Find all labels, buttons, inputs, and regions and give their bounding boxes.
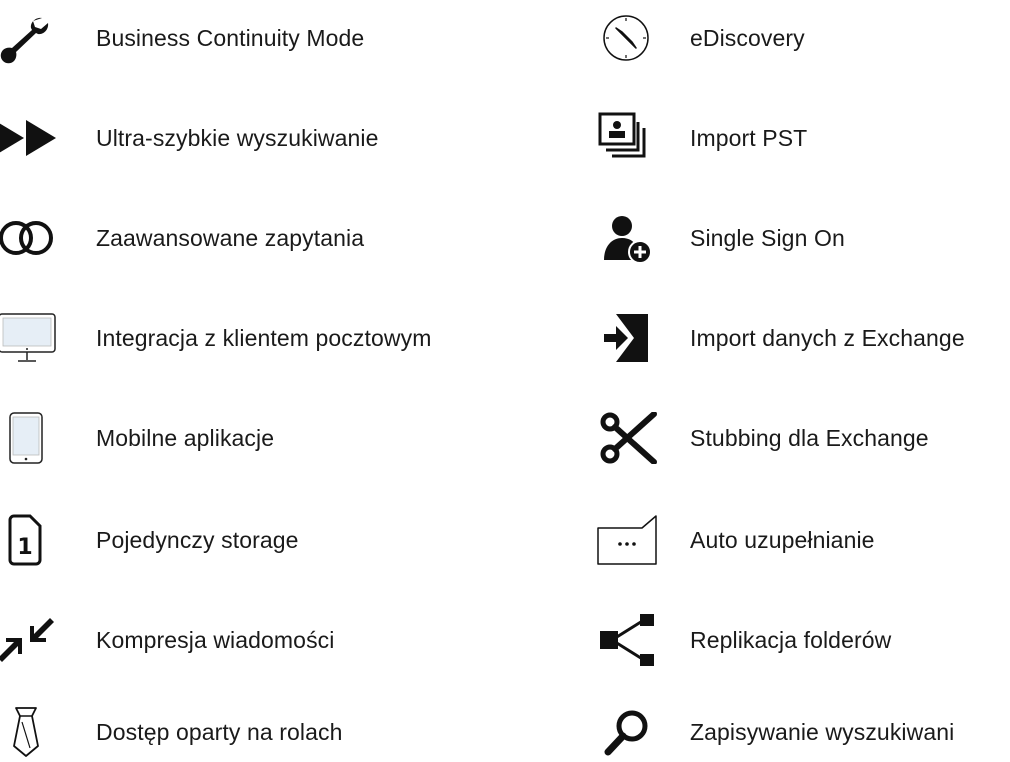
feature-item: Integracja z klientem pocztowym [0,308,520,368]
desktop-monitor-icon [0,312,58,364]
feature-item: Single Sign On [596,208,1010,268]
necktie-icon [0,706,58,758]
feature-item: Business Continuity Mode [0,8,520,68]
feature-label: Kompresja wiadomości [96,627,335,653]
feature-item: Auto uzupełnianie [596,510,1010,570]
feature-item: Mobilne aplikacje [0,408,520,468]
feature-label: Ultra-szybkie wyszukiwanie [96,125,379,151]
feature-item: eDiscovery [596,8,1010,68]
scissors-icon [596,412,660,464]
feature-label: Mobilne aplikacje [96,425,275,451]
fast-forward-icon [0,112,58,164]
tablet-icon [0,412,58,464]
feature-item: Zaawansowane zapytania [0,208,520,268]
feature-label: Single Sign On [690,225,845,251]
intersecting-circles-icon [0,212,58,264]
compress-arrows-icon [0,614,58,666]
feature-label: Import danych z Exchange [690,325,965,351]
feature-item: Kompresja wiadomości [0,610,520,670]
feature-item: Zapisywanie wyszukiwani [596,702,1010,762]
feature-label: Integracja z klientem pocztowym [96,325,432,351]
import-arrow-icon [596,312,660,364]
feature-grid: Business Continuity Mode Ultra-szybkie w… [0,0,1010,760]
feature-item: 1 Pojedynczy storage [0,510,520,570]
feature-label: Business Continuity Mode [96,25,365,51]
feature-label: Zaawansowane zapytania [96,225,365,251]
feature-label: Replikacja folderów [690,627,892,653]
magnifier-icon [596,706,660,758]
feature-label: Auto uzupełnianie [690,527,875,553]
speech-bubble-ellipsis-icon [596,514,660,566]
feature-label: Pojedynczy storage [96,527,299,553]
feature-label: Import PST [690,125,808,151]
user-add-icon [596,212,660,264]
svg-text:1: 1 [17,535,32,560]
feature-item: Dostęp oparty na rolach [0,702,520,762]
feature-item: Import PST [596,108,1010,168]
feature-label: Stubbing dla Exchange [690,425,929,451]
feature-label: Dostęp oparty na rolach [96,719,343,745]
compass-icon [596,12,660,64]
feature-item: Import danych z Exchange [596,308,1010,368]
photo-stack-icon [596,112,660,164]
feature-label: eDiscovery [690,25,805,51]
feature-item: Ultra-szybkie wyszukiwanie [0,108,520,168]
feature-item: Replikacja folderów [596,610,1010,670]
share-nodes-icon [596,614,660,666]
feature-item: Stubbing dla Exchange [596,408,1010,468]
single-file-icon: 1 [0,514,58,566]
feature-label: Zapisywanie wyszukiwani [690,719,955,745]
wrench-icon [0,12,58,64]
